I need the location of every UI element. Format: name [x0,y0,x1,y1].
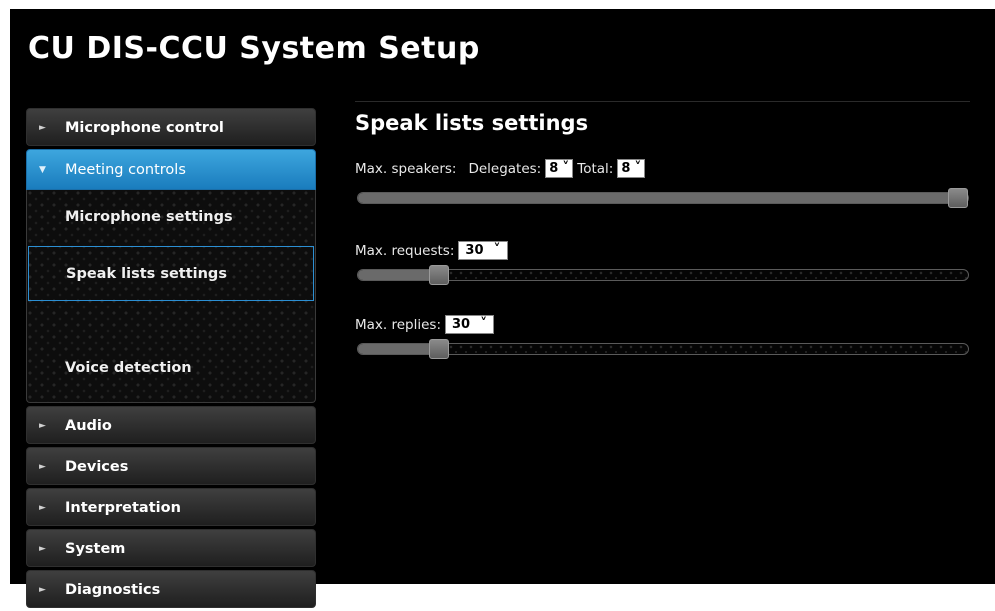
caret-right-icon: ► [39,585,46,595]
chevron-down-icon: ˅ [480,316,488,332]
total-value: 8 [621,161,631,176]
slider-handle[interactable] [429,339,449,359]
submenu-item-label: Voice detection [65,360,192,376]
max-speakers-slider[interactable] [357,188,969,208]
sidebar-item-diagnostics[interactable]: ► Diagnostics [26,570,316,608]
sidebar-item-system[interactable]: ► System [26,529,316,567]
max-requests-value: 30 [465,243,484,258]
slider-handle[interactable] [948,188,968,208]
sidebar-item-label: Interpretation [65,500,181,516]
max-replies-value: 30 [452,317,471,332]
max-requests-select[interactable]: 30 ˅ [458,241,508,260]
max-replies-row: Max. replies: 30 ˅ [355,315,495,334]
settings-panel: Speak lists settings Max. speakers: Dele… [355,101,970,359]
chevron-down-icon: ˅ [493,242,501,258]
sidebar-item-audio[interactable]: ► Audio [26,406,316,444]
delegates-label: Delegates: [468,160,542,177]
caret-right-icon: ► [39,544,46,554]
caret-right-icon: ► [39,462,46,472]
max-replies-select[interactable]: 30 ˅ [445,315,495,334]
slider-handle[interactable] [429,265,449,285]
submenu-item-label: Speak lists settings [66,266,227,282]
slider-fill [358,344,439,354]
max-speakers-row: Max. speakers: Delegates: 8 ˅ Total: 8 ˅ [355,159,646,178]
max-requests-slider[interactable] [357,265,969,285]
max-requests-row: Max. requests: 30 ˅ [355,241,508,260]
submenu-item-label: Microphone settings [65,209,233,225]
max-requests-label: Max. requests: [355,242,455,259]
caret-right-icon: ► [39,503,46,513]
max-speakers-label: Max. speakers: [355,160,457,177]
chevron-down-icon: ˅ [562,160,570,176]
caret-right-icon: ► [39,421,46,431]
submenu-item-voice-detection[interactable]: Voice detection [27,341,315,396]
page-title: CU DIS-CCU System Setup [28,31,480,66]
chevron-down-icon: ˅ [634,160,642,176]
sidebar-item-microphone-control[interactable]: ► Microphone control [26,108,316,146]
meeting-controls-submenu: Microphone settings Speak lists settings… [26,190,316,403]
divider [355,101,970,102]
app-window: CU DIS-CCU System Setup ► Microphone con… [10,9,995,608]
sidebar-item-label: System [65,541,126,557]
sidebar-item-interpretation[interactable]: ► Interpretation [26,488,316,526]
caret-down-icon: ▼ [39,165,46,175]
delegates-value: 8 [549,161,559,176]
submenu-item-speak-lists-settings[interactable]: Speak lists settings [28,246,314,301]
sidebar-item-devices[interactable]: ► Devices [26,447,316,485]
sidebar-item-label: Diagnostics [65,582,161,598]
sidebar-nav: ► Microphone control ▼ Meeting controls … [26,108,316,611]
sidebar-item-label: Microphone control [65,120,224,136]
panel-heading: Speak lists settings [355,111,589,135]
delegates-select[interactable]: 8 ˅ [545,159,574,178]
max-replies-label: Max. replies: [355,316,442,333]
sidebar-item-meeting-controls[interactable]: ▼ Meeting controls [26,149,316,190]
slider-fill [358,270,439,280]
max-replies-slider[interactable] [357,339,969,359]
slider-fill [358,193,958,203]
sidebar-item-label: Devices [65,459,129,475]
total-label: Total: [577,160,614,177]
total-select[interactable]: 8 ˅ [617,159,646,178]
caret-right-icon: ► [39,123,46,133]
submenu-item-microphone-settings[interactable]: Microphone settings [27,190,315,245]
sidebar-item-label: Meeting controls [65,162,186,178]
sidebar-item-label: Audio [65,418,112,434]
